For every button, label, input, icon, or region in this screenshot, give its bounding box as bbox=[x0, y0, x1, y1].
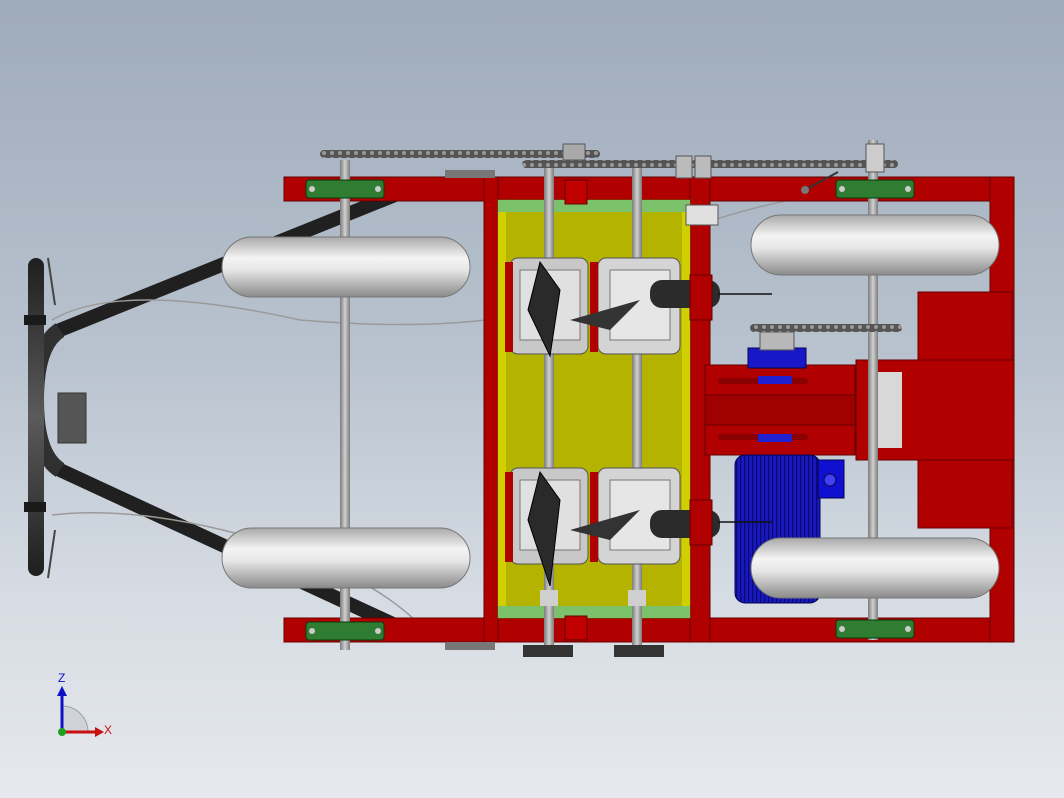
cad-viewport[interactable]: Z X bbox=[0, 0, 1064, 798]
z-axis-label: Z bbox=[58, 671, 65, 685]
x-axis-label: X bbox=[104, 723, 112, 737]
orientation-triad: Z X bbox=[57, 671, 112, 737]
cart-assembly-model[interactable] bbox=[0, 0, 1064, 798]
